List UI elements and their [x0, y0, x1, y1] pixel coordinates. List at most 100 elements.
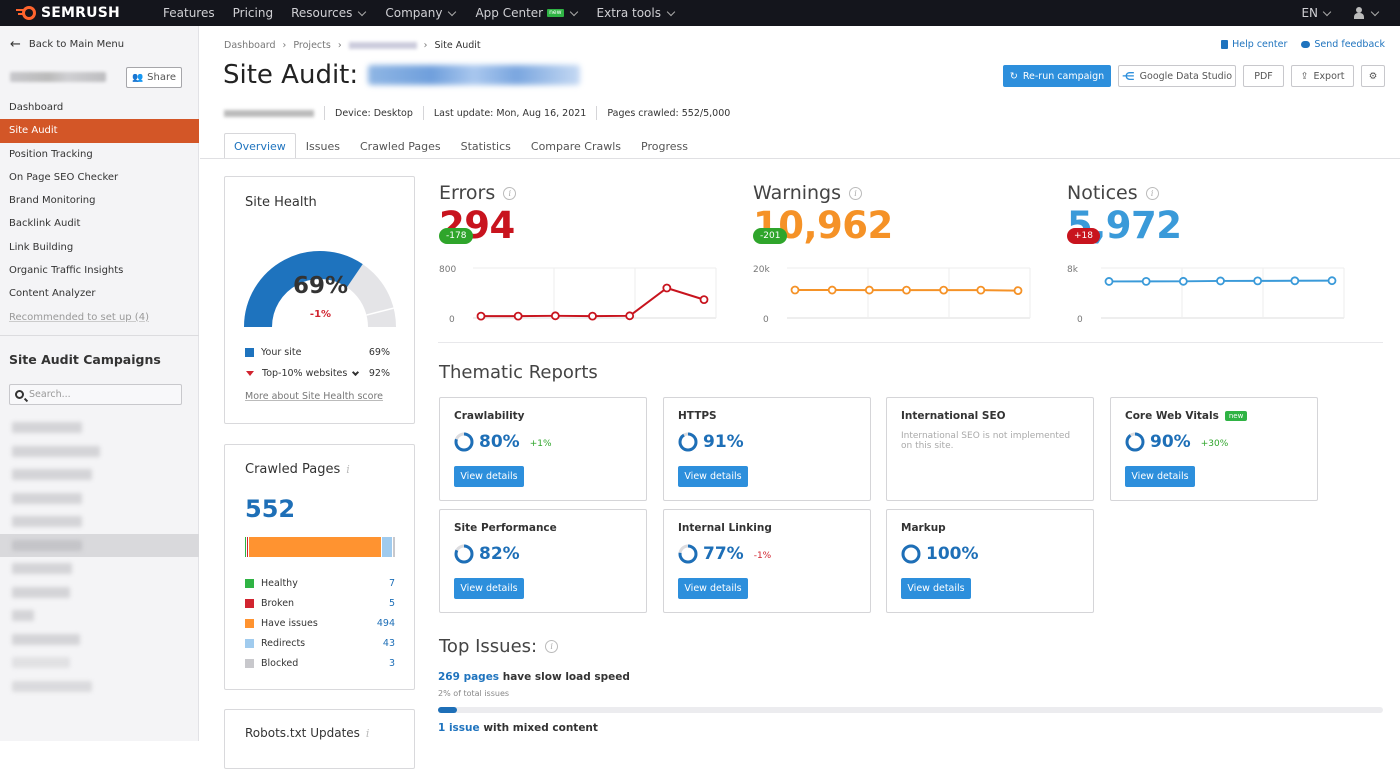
top-nav-features[interactable]: Features [163, 6, 215, 20]
campaign-item-selected[interactable] [0, 533, 199, 557]
tab-crawled-pages[interactable]: Crawled Pages [350, 133, 451, 159]
legend-swatch [245, 619, 254, 628]
tab-overview[interactable]: Overview [224, 133, 296, 159]
user-menu[interactable] [1354, 7, 1380, 19]
legend-value[interactable]: 7 [389, 578, 395, 589]
thematic-card-title[interactable]: International SEO [901, 410, 1006, 422]
tab-statistics[interactable]: Statistics [451, 133, 521, 159]
campaign-item[interactable] [0, 628, 199, 652]
thematic-card-title[interactable]: Internal Linking [678, 522, 772, 534]
share-button[interactable]: 👥 Share [126, 67, 182, 88]
campaign-item[interactable] [0, 487, 199, 511]
breadcrumb-dashboard[interactable]: Dashboard [224, 40, 276, 51]
back-to-main-menu-link[interactable]: ← Back to Main Menu [10, 38, 124, 51]
view-details-button[interactable]: View details [678, 466, 748, 487]
info-icon[interactable]: i [346, 463, 350, 476]
pdf-button[interactable]: PDF [1243, 65, 1284, 87]
rerun-campaign-button[interactable]: ↻ Re-run campaign [1003, 65, 1111, 87]
campaign-item[interactable] [0, 581, 199, 605]
view-details-button[interactable]: View details [454, 466, 524, 487]
thematic-card-title[interactable]: Crawlability [454, 410, 525, 422]
sidebar-item-on-page-seo-checker[interactable]: On Page SEO Checker [0, 166, 199, 189]
info-icon[interactable]: i [545, 640, 559, 653]
info-icon[interactable]: i [366, 727, 370, 740]
warnings-label-text: Warnings [753, 182, 842, 204]
campaign-item[interactable] [0, 651, 199, 675]
sidebar-item-content-analyzer[interactable]: Content Analyzer [0, 282, 199, 305]
issue-share: 2% of total issues [438, 689, 510, 698]
info-icon[interactable]: i [503, 186, 517, 200]
thematic-score: 80% +1% [454, 432, 552, 452]
sidebar-item-dashboard[interactable]: Dashboard [0, 96, 199, 119]
sidebar-item-brand-monitoring[interactable]: Brand Monitoring [0, 189, 199, 212]
sidebar-item-site-audit[interactable]: Site Audit [0, 119, 199, 143]
top-nav-pricing[interactable]: Pricing [233, 6, 273, 20]
score-ring-icon [1125, 432, 1145, 452]
warnings-data-point [827, 285, 837, 295]
view-details-button[interactable]: View details [678, 578, 748, 599]
info-icon[interactable]: i [1145, 186, 1159, 200]
more-about-site-health-link[interactable]: More about Site Health score [245, 391, 383, 402]
legend-value[interactable]: 494 [377, 618, 395, 629]
campaign-search-input[interactable] [29, 389, 169, 400]
y-axis-min-label: 0 [449, 315, 455, 325]
legend-top10[interactable]: Top-10% websites 92% [245, 368, 390, 379]
legend-value[interactable]: 3 [389, 658, 395, 669]
view-details-button[interactable]: View details [1125, 466, 1195, 487]
top-nav-app-center[interactable]: App Center new [475, 6, 578, 20]
top-nav-company[interactable]: Company [385, 6, 457, 20]
campaign-item[interactable] [0, 463, 199, 487]
legend-label: Have issues [261, 618, 318, 629]
stack-segment-have-issues[interactable] [248, 537, 382, 557]
new-badge: new [547, 9, 564, 17]
thematic-delta: +1% [529, 439, 552, 449]
chat-bubble-icon [1301, 41, 1311, 48]
tab-issues[interactable]: Issues [296, 133, 350, 159]
settings-button[interactable]: ⚙ [1361, 65, 1385, 87]
top-nav-extra-tools[interactable]: Extra tools [597, 6, 676, 20]
view-details-button[interactable]: View details [901, 578, 971, 599]
thematic-card-title[interactable]: Markup [901, 522, 946, 534]
campaign-search[interactable] [9, 384, 182, 405]
errors-data-point [588, 311, 597, 321]
info-icon[interactable]: i [849, 186, 863, 200]
sidebar-item-organic-traffic-insights[interactable]: Organic Traffic Insights [0, 259, 199, 282]
campaign-item[interactable] [0, 675, 199, 699]
thematic-card-internal-linking: Internal Linking 77% -1% View details [663, 509, 871, 613]
top-nav-bar: SEMRUSH Features Pricing Resources Company A… [0, 0, 1400, 26]
breadcrumb-project-redacted[interactable] [348, 42, 417, 49]
sidebar-item-backlink-audit[interactable]: Backlink Audit [0, 212, 199, 235]
y-axis-min-label: 0 [763, 315, 769, 325]
export-button[interactable]: ⇪ Export [1291, 65, 1354, 87]
warnings-data-point [976, 285, 986, 295]
top-nav-resources[interactable]: Resources [291, 6, 367, 20]
thematic-card-title[interactable]: Core Web Vitals new [1125, 410, 1248, 422]
send-feedback-link[interactable]: Send feedback [1301, 39, 1385, 50]
campaign-item[interactable] [0, 557, 199, 581]
campaign-item[interactable] [0, 440, 199, 464]
warnings-delta-badge: -201 [753, 228, 788, 244]
semrush-logo[interactable]: SEMRUSH [16, 5, 163, 21]
tab-compare-crawls[interactable]: Compare Crawls [521, 133, 631, 159]
stack-segment-redirects[interactable] [381, 537, 394, 557]
google-data-studio-button[interactable]: ⋲ Google Data Studio [1118, 65, 1236, 87]
recommended-setup-link[interactable]: Recommended to set up (4) [0, 306, 199, 329]
legend-value[interactable]: 43 [383, 638, 395, 649]
sidebar-item-link-building[interactable]: Link Building [0, 236, 199, 259]
view-details-button[interactable]: View details [454, 578, 524, 599]
thematic-card-title[interactable]: Site Performance [454, 522, 557, 534]
sidebar-item-position-tracking[interactable]: Position Tracking [0, 143, 199, 166]
crawled-pages-total[interactable]: 552 [245, 495, 295, 523]
breadcrumb-projects[interactable]: Projects [293, 40, 330, 51]
campaign-item[interactable] [0, 604, 199, 628]
thematic-card-title[interactable]: HTTPS [678, 410, 717, 422]
campaign-item[interactable] [0, 416, 199, 440]
language-selector[interactable]: EN [1301, 6, 1332, 20]
issue-link[interactable]: 1 issue [438, 722, 480, 734]
legend-value[interactable]: 5 [389, 598, 395, 609]
campaign-item[interactable] [0, 510, 199, 534]
tab-progress[interactable]: Progress [631, 133, 698, 159]
help-center-link[interactable]: Help center [1221, 39, 1287, 50]
stack-segment-blocked[interactable] [393, 537, 396, 557]
issue-link[interactable]: 269 pages [438, 671, 499, 683]
